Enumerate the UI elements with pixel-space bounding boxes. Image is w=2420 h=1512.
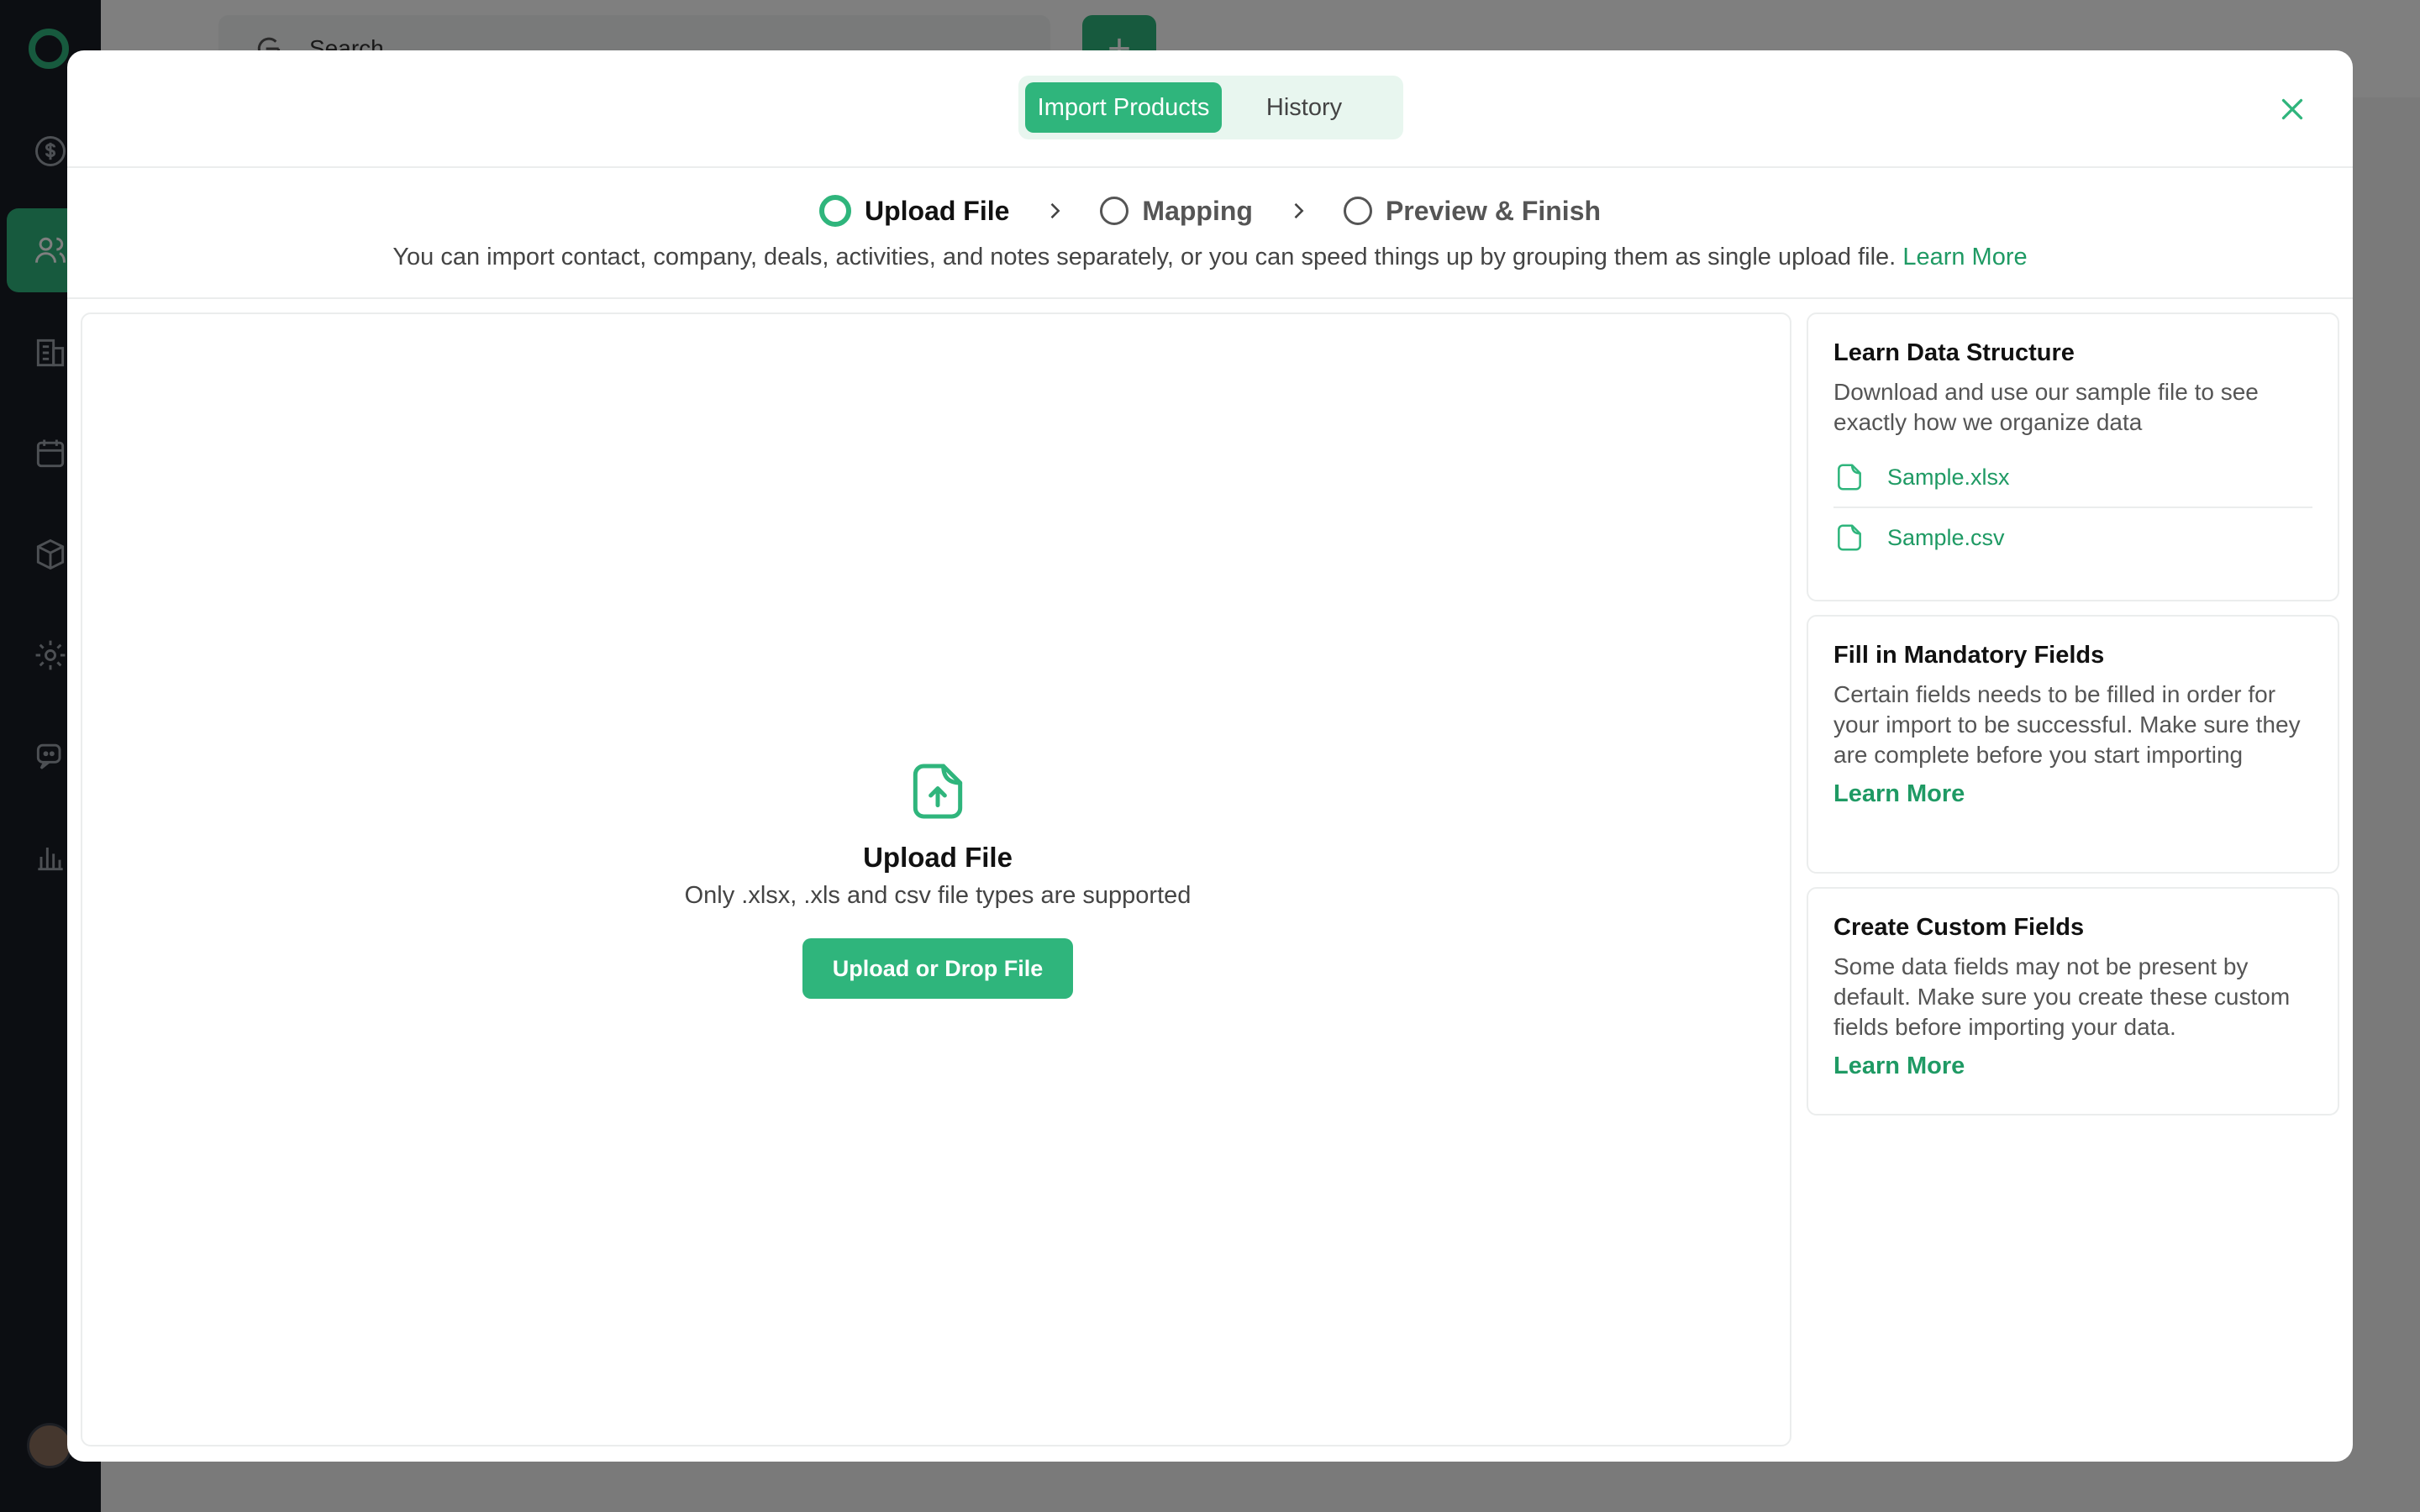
import-note: You can import contact, company, deals, … [67,244,2353,271]
chevron-right-icon [1051,202,1060,219]
chevron-right-icon [1294,202,1304,219]
stepper: Upload File Mapping Preview & Finish You… [67,168,2353,299]
card-title: Learn Data Structure [1833,339,2075,366]
step-upload-file[interactable]: Upload File [818,195,1010,227]
upload-dropzone[interactable]: Upload File Only .xlsx, .xls and csv fil… [81,312,1791,1446]
import-modal: Import Products History Upload File Mapp… [67,50,2353,1462]
learn-more-link[interactable]: Learn More [1833,1053,2312,1080]
file-icon [1838,464,1861,491]
file-name: Sample.xlsx [1887,464,2010,490]
card-data-structure: Learn Data Structure Download and use ou… [1807,312,2339,601]
sample-xlsx-link[interactable]: Sample.xlsx [1833,448,2312,507]
file-upload-icon [913,764,963,819]
upload-title: Upload File [863,842,1013,873]
file-name: Sample.csv [1887,524,2005,550]
import-note-text: You can import contact, company, deals, … [392,244,1897,270]
learn-more-link[interactable]: Learn More [1833,780,2312,808]
card-text: Download and use our sample file to see … [1833,379,2259,435]
modal-header: Import Products History [67,50,2353,168]
card-text: Some data fields may not be present by d… [1833,953,2291,1040]
tab-import-products[interactable]: Import Products [1025,82,1222,133]
step-preview-finish[interactable]: Preview & Finish [1343,195,1602,227]
step-label: Preview & Finish [1385,195,1602,226]
card-title: Fill in Mandatory Fields [1833,642,2105,669]
file-icon [1838,524,1861,551]
step-label: Upload File [864,195,1010,226]
upload-subtitle: Only .xlsx, .xls and csv file types are … [684,882,1192,909]
card-text: Certain fields needs to be filled in ord… [1833,681,2301,768]
step-indicator-icon [1100,197,1129,225]
step-indicator-icon [1343,197,1372,225]
modal-tabs: Import Products History [1018,76,1403,139]
upload-button[interactable]: Upload or Drop File [802,938,1073,999]
sample-csv-link[interactable]: Sample.csv [1833,508,2312,567]
step-mapping[interactable]: Mapping [1100,196,1253,227]
card-mandatory-fields: Fill in Mandatory Fields Certain fields … [1807,615,2339,874]
learn-more-link[interactable]: Learn More [1902,244,2027,270]
tab-history[interactable]: History [1230,82,1378,133]
step-label: Mapping [1142,195,1253,226]
close-icon[interactable] [2277,94,2307,124]
card-title: Create Custom Fields [1833,914,2085,941]
card-custom-fields: Create Custom Fields Some data fields ma… [1807,887,2339,1116]
step-indicator-icon [818,195,851,227]
